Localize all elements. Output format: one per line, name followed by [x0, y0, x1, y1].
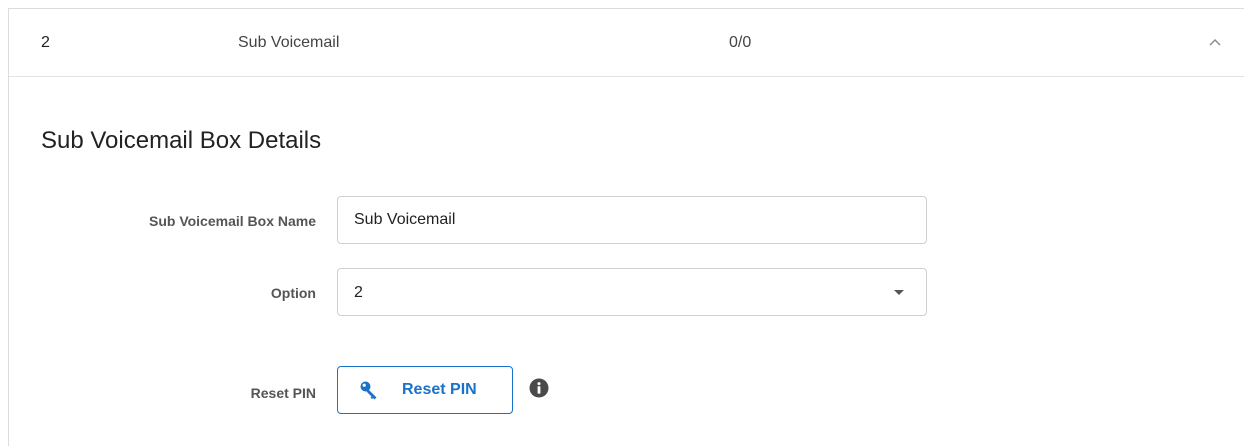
key-icon	[358, 379, 380, 401]
sub-voicemail-panel: 2 Sub Voicemail 0/0 Sub Voicemail Box De…	[8, 8, 1244, 446]
info-icon[interactable]	[529, 378, 549, 398]
reset-pin-button-label: Reset PIN	[402, 381, 477, 398]
section-title: Sub Voicemail Box Details	[41, 127, 322, 154]
option-selected-value: 2	[354, 284, 363, 301]
reset-pin-button[interactable]: Reset PIN	[337, 366, 513, 414]
option-select[interactable]: 2	[337, 268, 927, 316]
sub-voicemail-row[interactable]: 2 Sub Voicemail 0/0	[9, 9, 1244, 77]
collapse-toggle[interactable]	[1201, 29, 1229, 57]
row-count: 0/0	[729, 34, 752, 51]
row-name: Sub Voicemail	[238, 34, 340, 51]
reset-pin-label: Reset PIN	[250, 385, 316, 401]
row-number: 2	[41, 34, 50, 51]
chevron-up-icon	[1209, 39, 1221, 46]
box-name-label: Sub Voicemail Box Name	[148, 213, 316, 229]
caret-down-icon	[894, 290, 904, 295]
box-name-input[interactable]	[337, 196, 927, 244]
option-label: Option	[270, 285, 316, 301]
